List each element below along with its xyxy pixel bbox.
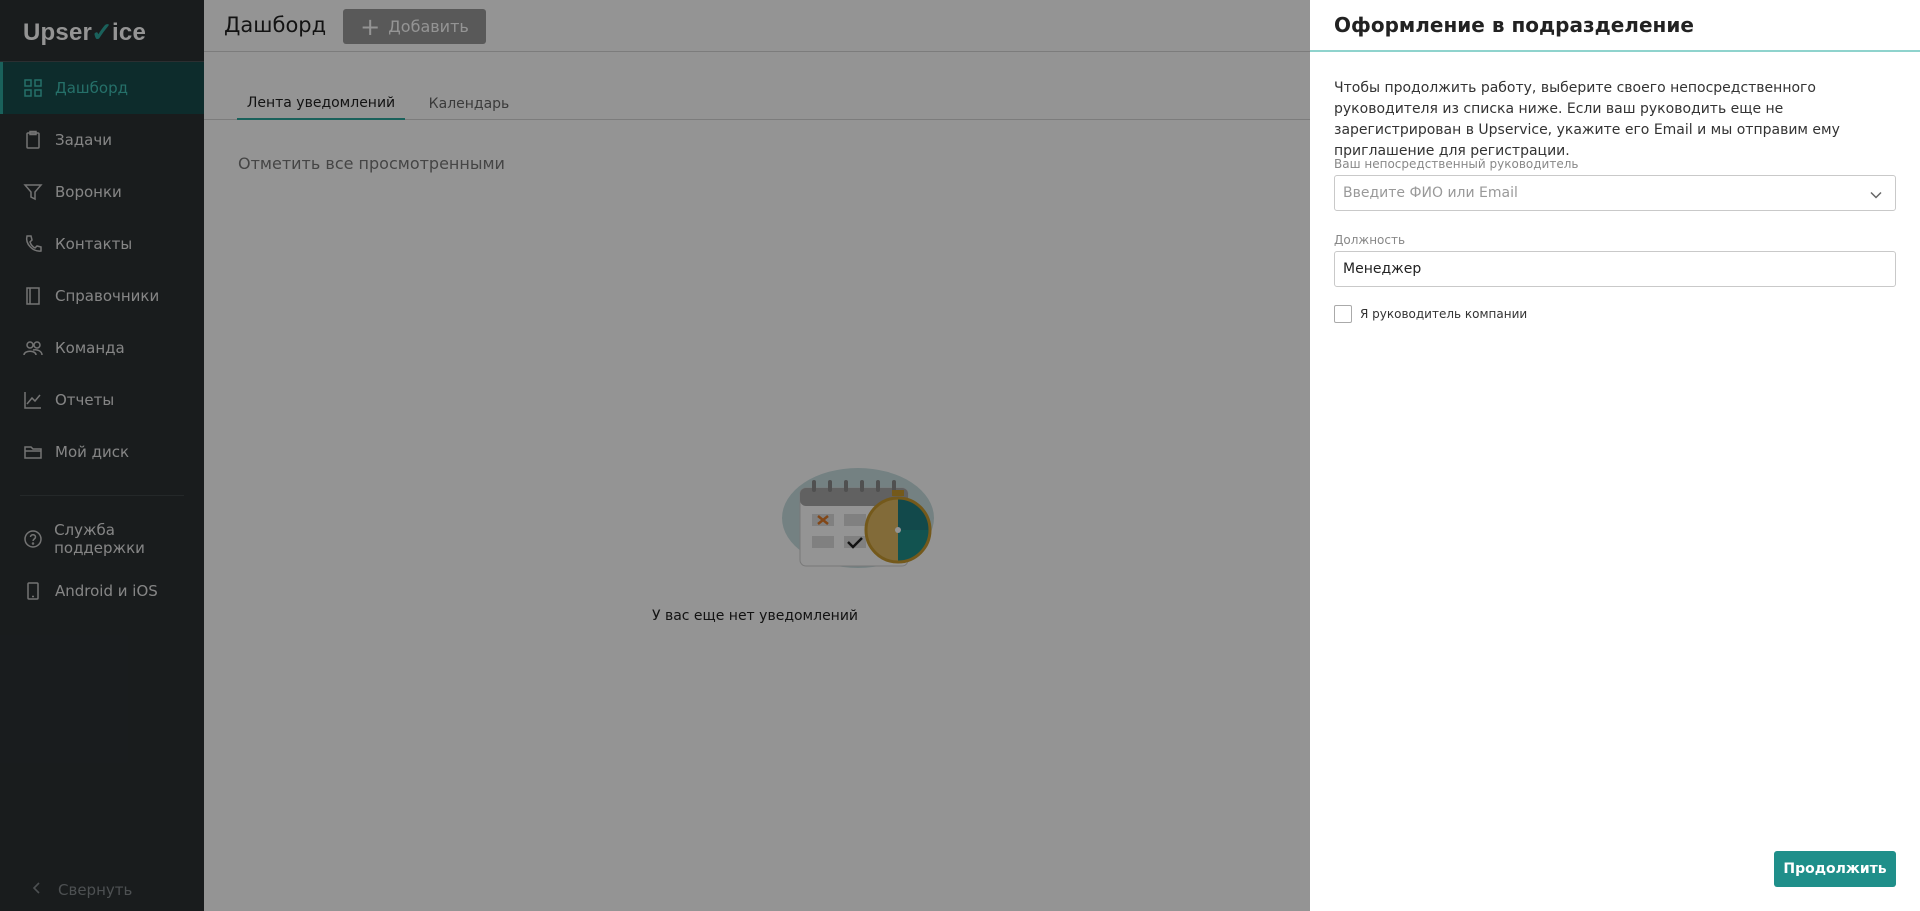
position-field[interactable]	[1334, 251, 1896, 287]
ceo-checkbox-row[interactable]: Я руководитель компании	[1334, 305, 1527, 323]
position-field-label: Должность	[1334, 233, 1406, 247]
manager-field-label: Ваш непосредственный руководитель	[1334, 157, 1579, 171]
modal-backdrop[interactable]	[0, 0, 1310, 911]
panel-header: Оформление в подразделение	[1310, 0, 1920, 52]
manager-input[interactable]	[1335, 176, 1895, 210]
ceo-checkbox[interactable]	[1334, 305, 1352, 323]
panel-description: Чтобы продолжить работу, выберите своего…	[1334, 80, 1840, 159]
department-onboarding-panel: Оформление в подразделение Чтобы продолж…	[1310, 0, 1920, 911]
chevron-down-icon[interactable]	[1869, 187, 1883, 206]
panel-title: Оформление в подразделение	[1334, 13, 1694, 37]
continue-button[interactable]: Продолжить	[1774, 851, 1896, 887]
position-input[interactable]	[1335, 252, 1895, 286]
ceo-checkbox-label[interactable]: Я руководитель компании	[1360, 307, 1527, 321]
manager-select[interactable]	[1334, 175, 1896, 211]
